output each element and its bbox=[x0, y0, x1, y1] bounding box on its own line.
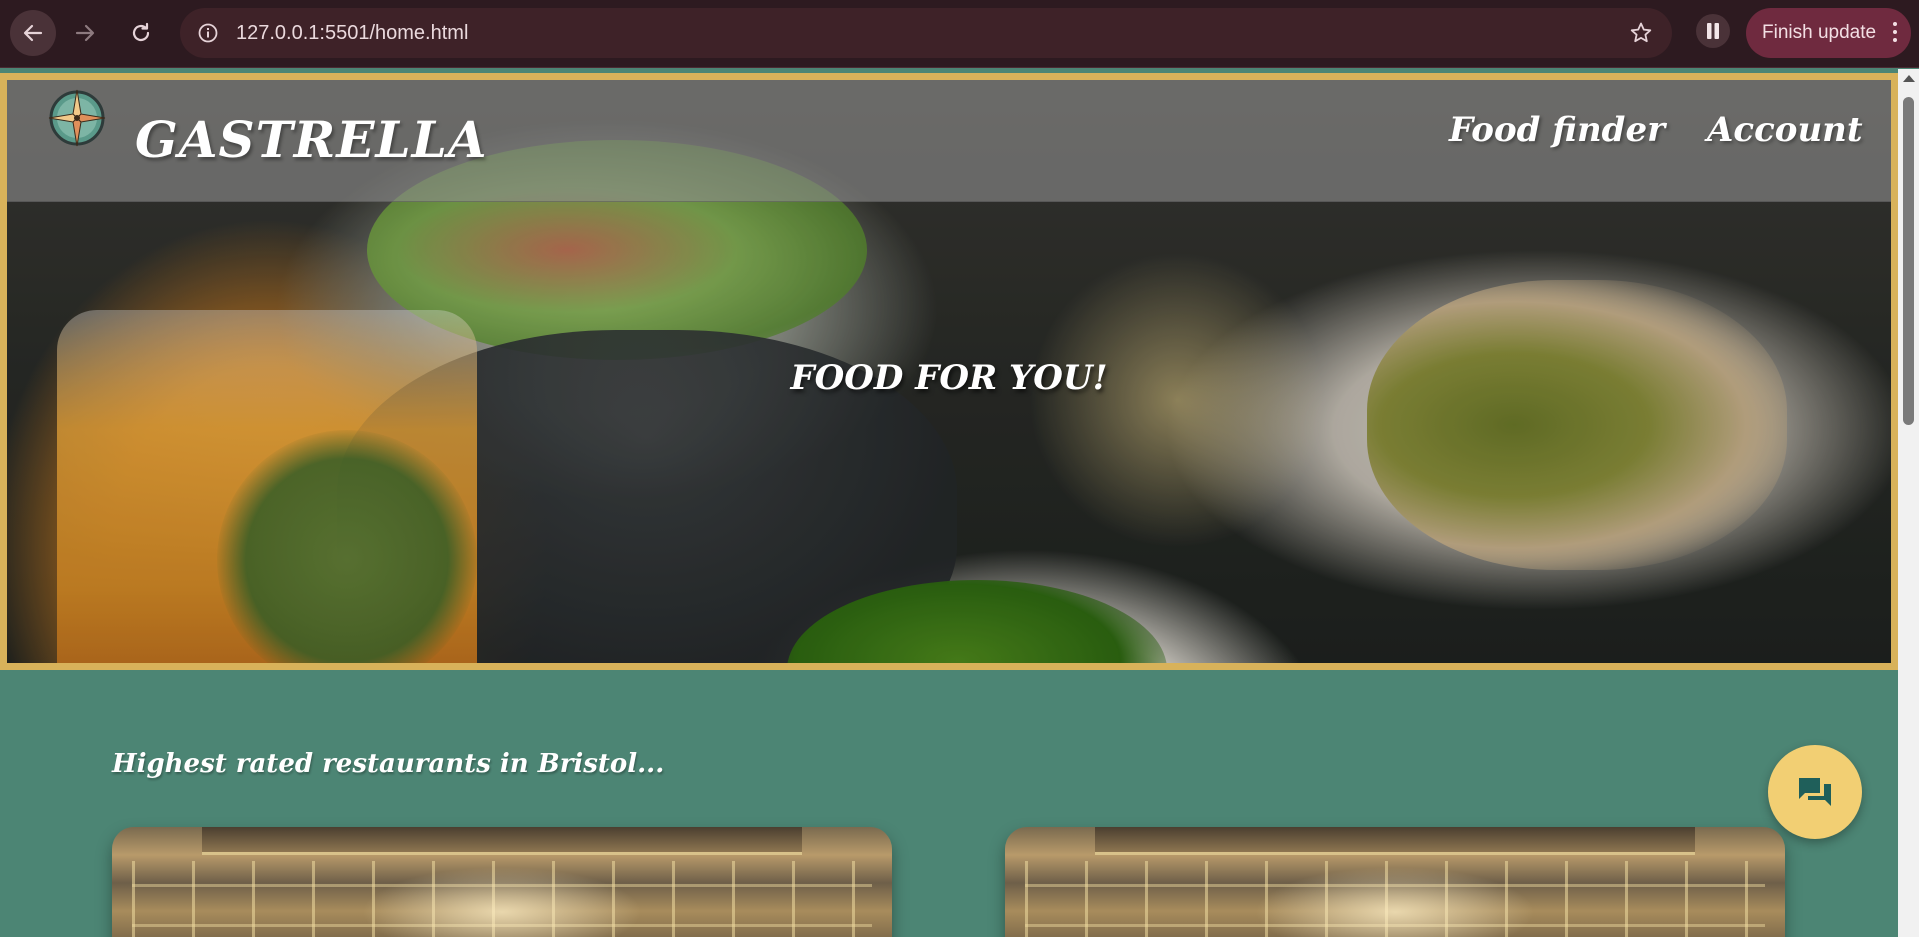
more-vertical-icon bbox=[1893, 22, 1897, 42]
back-button[interactable] bbox=[10, 10, 56, 56]
nav-link-account[interactable]: Account bbox=[1707, 110, 1863, 150]
restaurant-card[interactable] bbox=[112, 827, 892, 937]
page-viewport: GASTRELLA Food finder Account FOOD FOR Y… bbox=[0, 69, 1898, 937]
info-icon[interactable] bbox=[194, 19, 222, 47]
brand-title[interactable]: GASTRELLA bbox=[135, 110, 488, 169]
card-image-ceiling bbox=[202, 827, 802, 855]
card-image-ceiling bbox=[1095, 827, 1695, 855]
scroll-up-arrow-icon[interactable] bbox=[1903, 75, 1915, 82]
scrollbar-thumb[interactable] bbox=[1903, 97, 1914, 425]
restaurant-card[interactable] bbox=[1005, 827, 1785, 937]
page-scrollbar[interactable] bbox=[1898, 69, 1919, 937]
back-arrow-icon bbox=[23, 24, 43, 42]
reload-button[interactable] bbox=[118, 10, 164, 56]
forward-arrow-icon bbox=[75, 24, 95, 42]
star-icon[interactable] bbox=[1628, 20, 1654, 46]
browser-toolbar: 127.0.0.1:5501/home.html Finish update bbox=[0, 0, 1919, 68]
chat-icon bbox=[1799, 778, 1831, 806]
chat-button[interactable] bbox=[1768, 745, 1862, 839]
hero-title: FOOD FOR YOU! bbox=[790, 358, 1108, 398]
nav-link-food-finder[interactable]: Food finder bbox=[1449, 110, 1665, 150]
section-title: Highest rated restaurants in Bristol... bbox=[112, 749, 665, 779]
url-text[interactable]: 127.0.0.1:5501/home.html bbox=[236, 8, 468, 58]
compass-logo-icon[interactable] bbox=[45, 86, 109, 150]
site-navbar: GASTRELLA Food finder Account bbox=[7, 80, 1891, 202]
forward-button[interactable] bbox=[62, 10, 108, 56]
finish-update-button[interactable]: Finish update bbox=[1746, 8, 1911, 58]
finish-update-label: Finish update bbox=[1762, 22, 1877, 43]
address-bar[interactable]: 127.0.0.1:5501/home.html bbox=[180, 8, 1672, 58]
reload-icon bbox=[132, 22, 150, 42]
hero-banner: GASTRELLA Food finder Account FOOD FOR Y… bbox=[0, 73, 1898, 670]
pause-icon bbox=[1707, 23, 1719, 39]
pause-button[interactable] bbox=[1696, 14, 1730, 48]
